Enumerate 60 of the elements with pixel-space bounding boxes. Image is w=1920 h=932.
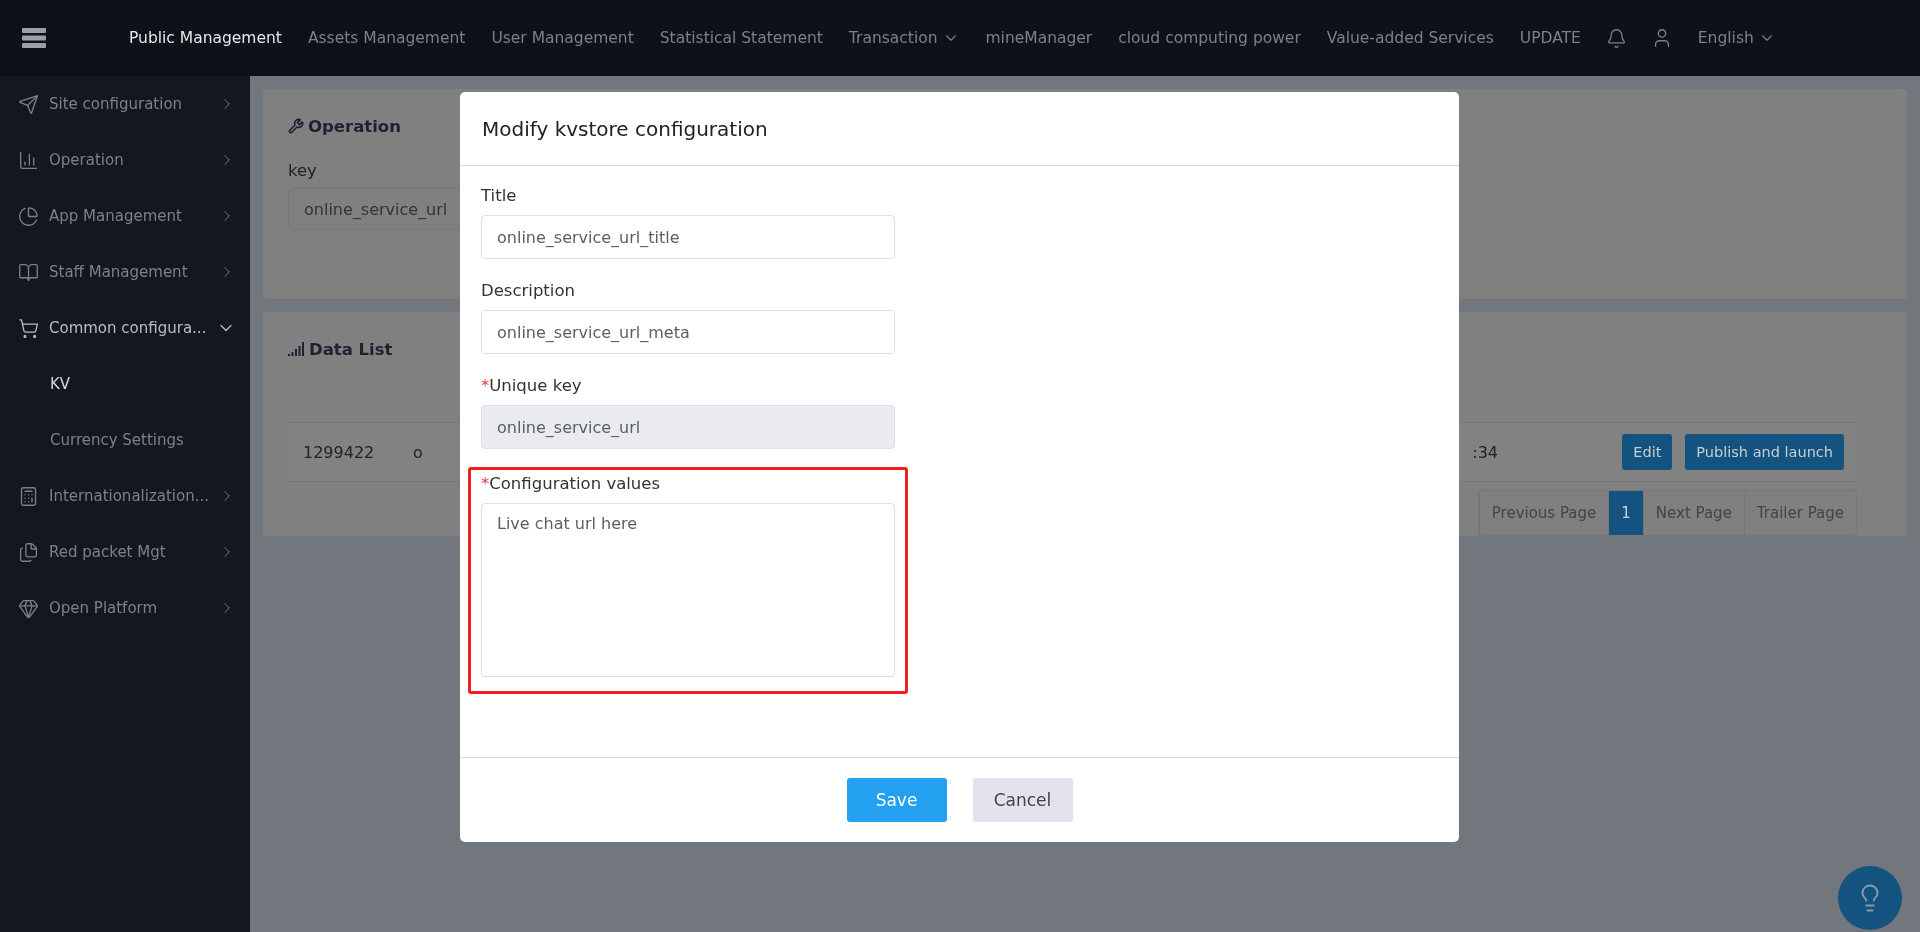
nav-item[interactable]: Public Management [116, 29, 295, 47]
nav-item[interactable]: Assets Management [294, 29, 479, 47]
nav-item[interactable]: mineManager [972, 29, 1106, 47]
modal-title: Modify kvstore configuration [482, 116, 768, 141]
table-cell-text: :34 [1472, 442, 1499, 462]
card-title: Data List [309, 339, 393, 359]
edit-button[interactable]: Edit [1622, 434, 1673, 470]
field-label: Description [481, 281, 576, 300]
language-selector[interactable]: English [1684, 29, 1789, 47]
sidebar-subitem[interactable]: KV [0, 356, 250, 412]
cancel-button[interactable]: Cancel [972, 778, 1073, 822]
nav-item[interactable]: Statistical Statement [646, 29, 836, 47]
sidebar-item[interactable]: Operation [0, 132, 250, 188]
send-icon [18, 93, 39, 115]
sidebar-item-label: Red packet Mgt [49, 543, 167, 561]
nav-item[interactable]: Value-added Services [1313, 29, 1507, 47]
gem-icon [18, 597, 39, 619]
sidebar-item-label: Staff Management [49, 263, 189, 281]
sidebar-item[interactable]: Site configuration [0, 76, 250, 132]
logo-icon [22, 28, 46, 48]
sidebar-item[interactable]: App Management [0, 188, 250, 244]
nav-item[interactable]: cloud computing power [1105, 29, 1314, 47]
nav-item[interactable]: UPDATE [1506, 29, 1594, 47]
nav-item[interactable]: User Management [478, 29, 647, 47]
cart-icon [18, 317, 39, 339]
table-cell-text: o [413, 442, 424, 462]
card-title: Operation [308, 116, 401, 136]
sidebar-item-label: Open Platform [49, 599, 159, 617]
sidebar-subitem[interactable]: Currency Settings [0, 412, 250, 468]
page-button[interactable]: 1 [1608, 491, 1643, 535]
files-icon [18, 541, 39, 563]
sidebar-item-label: App Management [49, 207, 183, 225]
field-label: Title [481, 186, 518, 205]
wrench-icon [288, 118, 304, 134]
pie-chart-icon [18, 205, 39, 227]
sidebar-item[interactable]: Internationalization... [0, 468, 250, 524]
sidebar-item[interactable]: Common configura... [0, 300, 250, 356]
publish-button[interactable]: Publish and launch [1685, 434, 1844, 470]
sidebar-item-label: Operation [49, 151, 125, 169]
sidebar-item-label: Internationalization... [49, 487, 208, 505]
sidebar-item[interactable]: Red packet Mgt [0, 524, 250, 580]
save-button[interactable]: Save [846, 778, 947, 822]
sidebar-item[interactable]: Staff Management [0, 244, 250, 300]
page-button[interactable]: Trailer Page [1743, 491, 1856, 535]
field-label: *Configuration values [481, 474, 662, 493]
calculator-icon [18, 485, 39, 507]
signal-icon [288, 342, 305, 356]
sidebar-item[interactable]: Open Platform [0, 580, 250, 636]
sidebar-item-label: Common configura... [49, 319, 206, 337]
table-cell-text: 1299422 [303, 442, 376, 462]
book-icon [18, 261, 39, 283]
sidebar-item-label: Site configuration [49, 95, 184, 113]
field-label: *Unique key [481, 376, 583, 395]
textarea-field[interactable]: Live chat url here [481, 503, 895, 677]
bar-chart-icon [18, 149, 39, 171]
page-button[interactable]: Next Page [1642, 491, 1744, 535]
nav-item[interactable]: Transaction [835, 29, 973, 47]
key-label: key [288, 161, 318, 180]
input-field[interactable]: online_service_url_title [481, 215, 895, 259]
input-field[interactable]: online_service_url_meta [481, 310, 895, 354]
